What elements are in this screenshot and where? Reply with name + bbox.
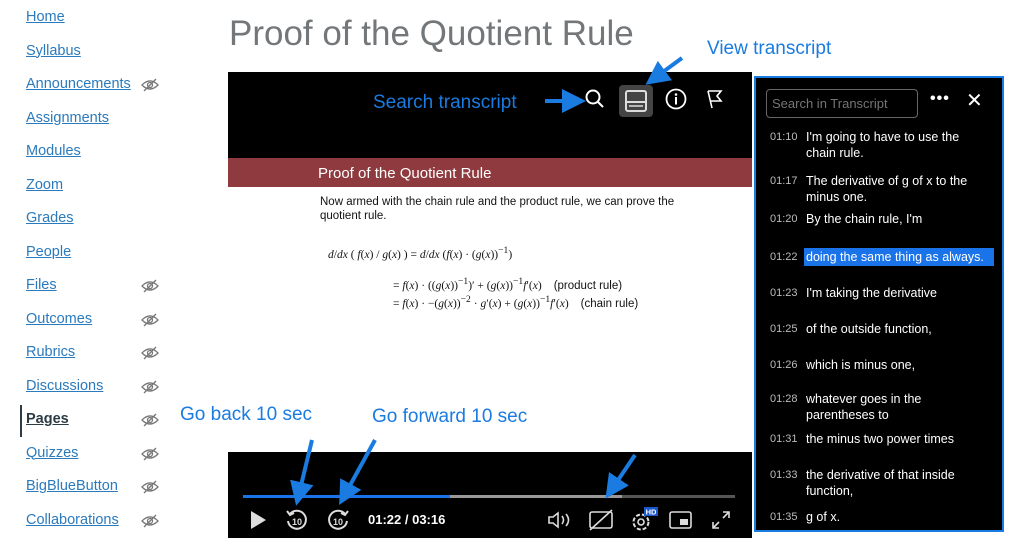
- annotation-go-back: Go back 10 sec: [180, 404, 313, 425]
- cue-text: g of x.: [806, 510, 841, 524]
- play-icon[interactable]: [248, 509, 268, 536]
- sidebar-item-files[interactable]: Files: [26, 277, 57, 293]
- forward-10-icon[interactable]: 10: [325, 508, 351, 539]
- transcript-icon[interactable]: [619, 85, 653, 122]
- cue-time: 01:23: [770, 287, 798, 299]
- svg-text:HD: HD: [646, 508, 657, 517]
- cue-time: 01:28: [770, 393, 798, 405]
- cue-text: of the outside function,: [806, 322, 932, 336]
- rewind-10-icon[interactable]: 10: [284, 508, 310, 539]
- transcript-panel: ••• ✕ 01:10 I'm going to have to use the …: [754, 76, 1004, 532]
- sidebar-item-grades[interactable]: Grades: [26, 210, 74, 226]
- cue-time: 01:17: [770, 175, 798, 187]
- cue-text: whatever goes in the parentheses to: [806, 392, 922, 422]
- cue-time: 01:31: [770, 433, 798, 445]
- cue-time: 01:26: [770, 359, 798, 371]
- info-icon[interactable]: [665, 88, 687, 115]
- cue-time: 01:20: [770, 213, 798, 225]
- cue-time: 01:35: [770, 511, 798, 523]
- more-options-button[interactable]: •••: [930, 90, 950, 108]
- cue-text: I'm taking the derivative: [806, 286, 937, 300]
- hidden-eye-icon: [141, 480, 159, 494]
- cue-text: The derivative of g of x to the minus on…: [806, 174, 968, 204]
- volume-icon[interactable]: [546, 509, 574, 536]
- cue-text: By the chain rule, I'm: [806, 212, 923, 226]
- flag-icon[interactable]: [704, 88, 726, 115]
- hidden-eye-icon: [141, 380, 159, 394]
- hidden-eye-icon: [141, 346, 159, 360]
- progress-bar[interactable]: [243, 495, 735, 498]
- chain-rule-note: (chain rule): [580, 297, 639, 310]
- sidebar-item-home[interactable]: Home: [26, 9, 65, 25]
- sidebar-item-announcements[interactable]: Announcements: [26, 76, 131, 92]
- cue-text: the minus two power times: [806, 432, 954, 446]
- captions-off-icon[interactable]: [588, 509, 614, 536]
- slide-body: Now armed with the chain rule and the pr…: [320, 196, 675, 222]
- page-title: Proof of the Quotient Rule: [229, 14, 634, 53]
- transcript-search-input[interactable]: [766, 89, 918, 118]
- annotation-view-transcript: View transcript: [707, 38, 832, 59]
- sidebar-item-discussions[interactable]: Discussions: [26, 378, 103, 394]
- close-transcript-button[interactable]: ✕: [966, 88, 983, 113]
- cue-text: which is minus one,: [806, 358, 916, 372]
- cue-text: the derivative of that inside function,: [806, 468, 955, 498]
- search-icon[interactable]: [584, 88, 606, 115]
- sidebar-item-assignments[interactable]: Assignments: [26, 110, 109, 126]
- cue-text: doing the same thing as always.: [804, 248, 994, 266]
- cue-time: 01:25: [770, 323, 798, 335]
- sidebar-item-syllabus[interactable]: Syllabus: [26, 43, 81, 59]
- sidebar-item-rubrics[interactable]: Rubrics: [26, 344, 75, 360]
- cue-time: 01:33: [770, 469, 798, 481]
- hidden-eye-icon: [141, 514, 159, 528]
- time-display: 01:22 / 03:16: [368, 512, 446, 527]
- picture-in-picture-icon[interactable]: [669, 510, 693, 535]
- cue-text: I'm going to have to use the chain rule.: [806, 130, 960, 160]
- sidebar-item-quizzes[interactable]: Quizzes: [26, 445, 78, 461]
- sidebar-item-zoom[interactable]: Zoom: [26, 177, 63, 193]
- annotation-search-transcript: Search transcript: [373, 92, 517, 113]
- math-line-3: = f(x) · −(g(x))−2 · g′(x) + (g(x))−1f′(…: [393, 294, 639, 310]
- video-player[interactable]: Proof of the Quotient Rule Now armed wit…: [228, 72, 752, 538]
- cue-time: 01:22: [770, 251, 798, 263]
- hidden-eye-icon: [141, 413, 159, 427]
- hidden-eye-icon: [141, 279, 159, 293]
- sidebar-item-bigbluebutton[interactable]: BigBlueButton: [26, 478, 118, 494]
- math-line-1: d/dx ( f(x) / g(x) ) = d/dx (f(x) · (g(x…: [328, 245, 513, 261]
- hidden-eye-icon: [141, 313, 159, 327]
- sidebar-item-collaborations[interactable]: Collaborations: [26, 512, 119, 528]
- control-bar: 10 10 01:22 / 03:16 HD: [228, 452, 752, 538]
- annotation-go-forward: Go forward 10 sec: [372, 406, 528, 427]
- sidebar-item-people[interactable]: People: [26, 244, 71, 260]
- active-indicator: [20, 405, 22, 437]
- svg-text:10: 10: [292, 517, 302, 527]
- played-bar: [243, 495, 450, 498]
- fullscreen-icon[interactable]: [710, 509, 732, 536]
- math-line-2: = f(x) · ((g(x))−1)′ + (g(x))−1f′(x) (pro…: [393, 276, 623, 292]
- hidden-eye-icon: [141, 78, 159, 92]
- hidden-eye-icon: [141, 447, 159, 461]
- svg-text:10: 10: [333, 517, 343, 527]
- cue-time: 01:10: [770, 131, 798, 143]
- settings-icon[interactable]: HD: [629, 507, 659, 538]
- sidebar-item-modules[interactable]: Modules: [26, 143, 81, 159]
- sidebar-item-pages[interactable]: Pages: [26, 411, 69, 427]
- sidebar-item-outcomes[interactable]: Outcomes: [26, 311, 92, 327]
- slide-title-band: Proof of the Quotient Rule: [228, 158, 752, 187]
- product-rule-note: (product rule): [553, 279, 623, 292]
- slide-title: Proof of the Quotient Rule: [318, 165, 492, 182]
